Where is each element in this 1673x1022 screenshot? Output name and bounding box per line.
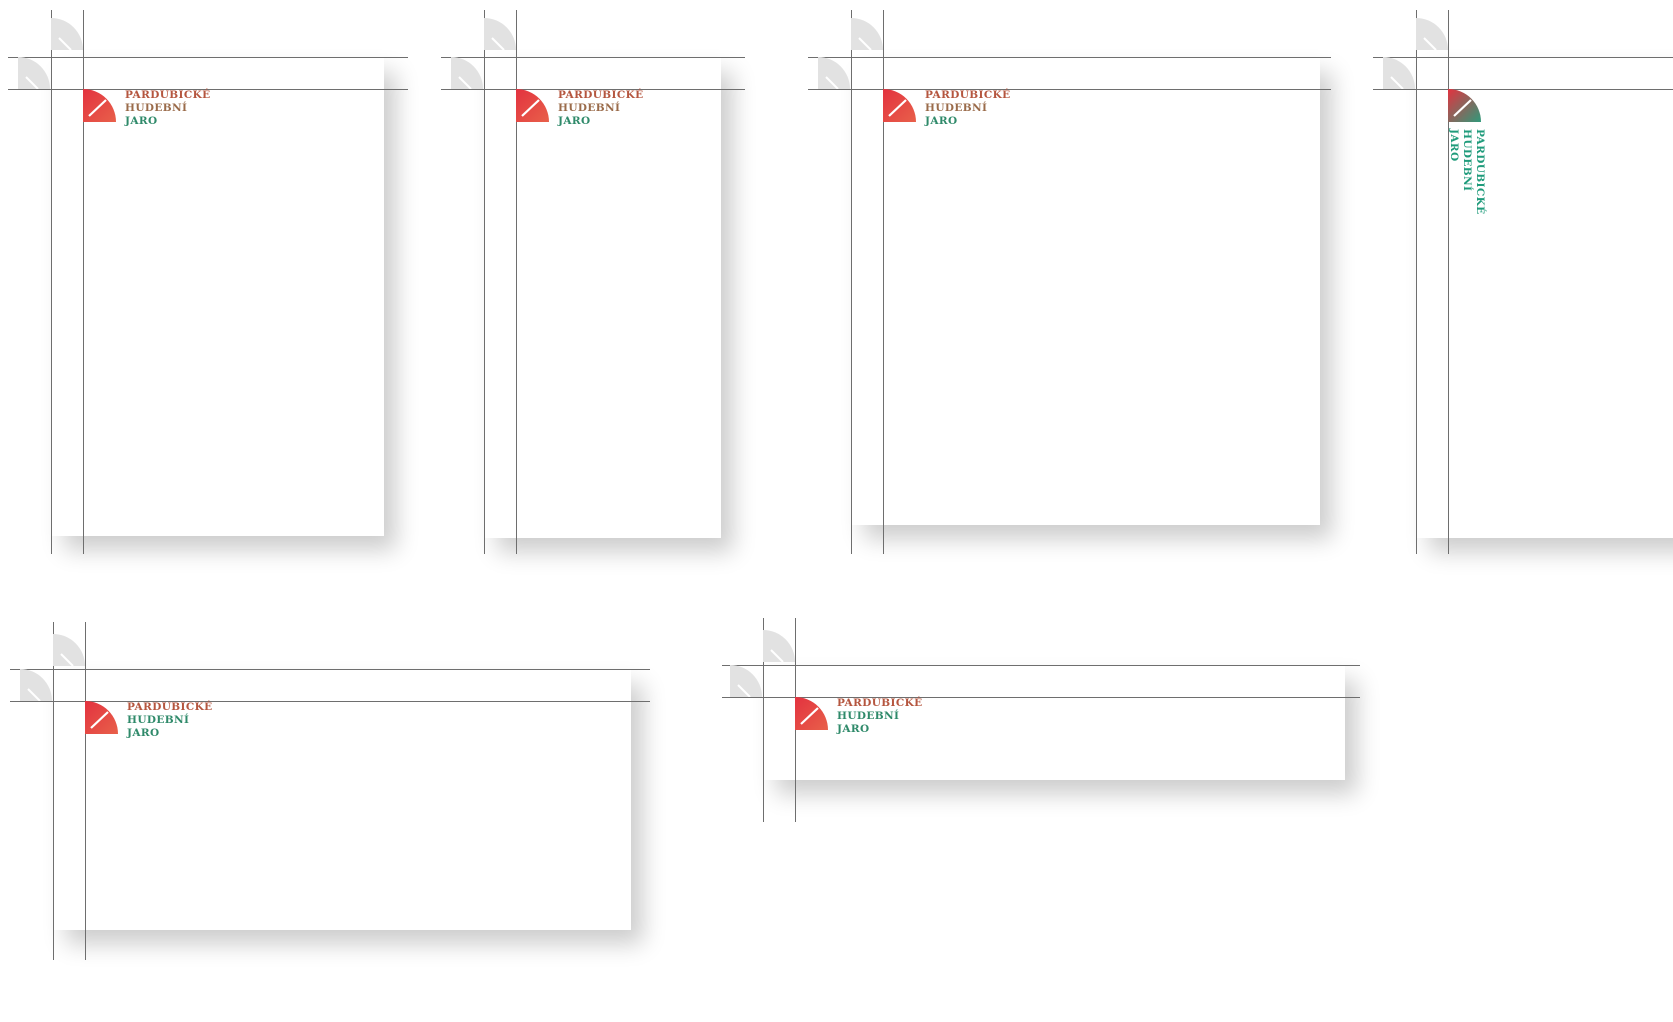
guide-quarter-mark-icon (20, 669, 52, 701)
guide-quarter-mark-icon (730, 665, 762, 697)
guide-quarter-mark-icon (484, 18, 516, 50)
quarter-circle-fan-logo-icon (795, 697, 828, 730)
quarter-circle-fan-logo-icon (516, 89, 549, 122)
brand-wordmark: PARDUBICKÉ HUDEBNÍ JARO (925, 89, 1011, 128)
brand-wordmark: PARDUBICKÉ HUDEBNÍ JARO (558, 89, 644, 128)
brand-line-2: HUDEBNÍ (1461, 129, 1473, 192)
guide-quarter-mark-icon (763, 630, 795, 662)
brand-line-2: HUDEBNÍ (925, 102, 988, 114)
brand-wordmark: PARDUBICKÉ HUDEBNÍ JARO (127, 701, 213, 740)
brand-logo: PARDUBICKÉ HUDEBNÍ JARO (85, 701, 212, 745)
quarter-circle-fan-logo-icon (83, 89, 116, 122)
guide-quarter-mark-icon (851, 18, 883, 50)
brand-wordmark: PARDUBICKÉ HUDEBNÍ JARO (125, 89, 211, 128)
guide-line-left (1416, 10, 1417, 554)
brand-line-3: JARO (127, 727, 160, 739)
brand-line-3: JARO (925, 115, 958, 127)
brand-line-2: HUDEBNÍ (837, 710, 900, 722)
guide-line-left (53, 622, 54, 960)
guide-line-margin-left (85, 622, 86, 960)
brand-logo: PARDUBICKÉ HUDEBNÍ JARO (83, 89, 210, 133)
guide-line-left (484, 10, 485, 554)
brand-logo: PARDUBICKÉ HUDEBNÍ JARO (883, 89, 1010, 133)
brand-wordmark: PARDUBICKÉ HUDEBNÍ JARO (837, 697, 923, 736)
quarter-circle-fan-logo-icon (85, 701, 118, 734)
guide-line-top (8, 57, 408, 58)
guide-line-top (808, 57, 1331, 58)
guide-quarter-mark-icon (53, 634, 85, 666)
guide-quarter-mark-icon (51, 18, 83, 50)
guide-line-left (851, 10, 852, 554)
brand-line-1: PARDUBICKÉ (558, 89, 644, 101)
guide-line-top (10, 669, 650, 670)
brand-line-1: PARDUBICKÉ (127, 701, 213, 713)
guide-line-top (722, 665, 1360, 666)
brand-line-1: PARDUBICKÉ (837, 697, 923, 709)
brand-line-1: PARDUBICKÉ (125, 89, 211, 101)
guide-line-top (441, 57, 745, 58)
brand-line-3: JARO (558, 115, 591, 127)
quarter-circle-fan-logo-icon (883, 89, 916, 122)
brand-wordmark: PARDUBICKÉ HUDEBNÍ JARO (1447, 129, 1486, 215)
guide-quarter-mark-icon (451, 57, 483, 89)
brand-line-3: JARO (1448, 129, 1460, 162)
brand-logo: PARDUBICKÉ HUDEBNÍ JARO (795, 697, 922, 741)
guide-line-left (51, 10, 52, 554)
brand-line-2: HUDEBNÍ (558, 102, 621, 114)
brand-line-3: JARO (125, 115, 158, 127)
brand-line-3: JARO (837, 723, 870, 735)
guide-quarter-mark-icon (818, 57, 850, 89)
brand-logo: PARDUBICKÉ HUDEBNÍ JARO (516, 89, 643, 133)
guide-quarter-mark-icon (1383, 57, 1415, 89)
brand-line-1: PARDUBICKÉ (1474, 129, 1486, 215)
brand-line-2: HUDEBNÍ (125, 102, 188, 114)
brand-line-2: HUDEBNÍ (127, 714, 190, 726)
guide-quarter-mark-icon (1416, 18, 1448, 50)
brand-logo-vertical: PARDUBICKÉ HUDEBNÍ JARO (1448, 89, 1568, 215)
brand-line-1: PARDUBICKÉ (925, 89, 1011, 101)
quarter-circle-fan-logo-icon (1448, 89, 1481, 122)
guide-quarter-mark-icon (18, 57, 50, 89)
guide-line-top (1373, 57, 1673, 58)
